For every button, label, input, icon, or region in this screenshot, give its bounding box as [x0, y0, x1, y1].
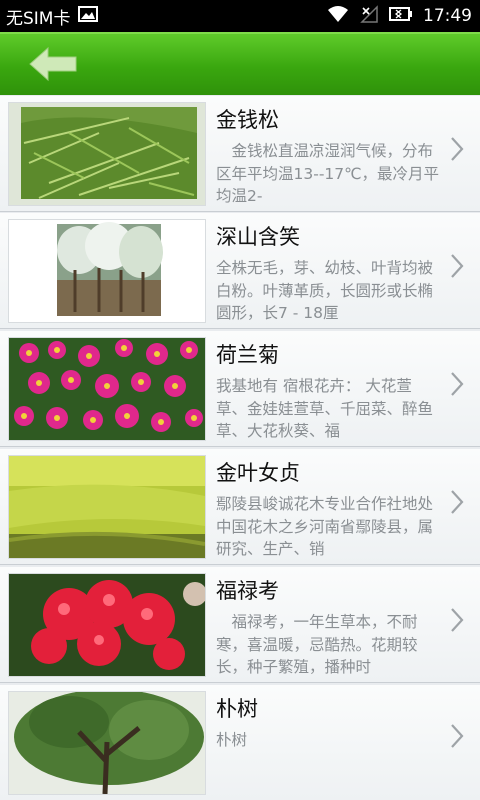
plant-name: 金叶女贞 — [216, 461, 300, 485]
clock: 17:49 — [423, 6, 472, 26]
plant-name: 福禄考 — [216, 579, 279, 603]
plant-thumbnail — [8, 691, 206, 795]
battery-icon — [389, 6, 413, 27]
status-bar: 无SIM卡 17:49 — [0, 0, 480, 32]
plant-description: 朴树 — [216, 731, 248, 749]
back-arrow-icon — [29, 46, 77, 82]
plant-thumbnail — [8, 219, 206, 323]
chevron-right-icon — [451, 372, 464, 396]
plant-description: 全株无毛，芽、幼枝、叶背均被白粉。叶薄革质，长圆形或长椭圆形，长7 - 18厘 — [216, 259, 434, 322]
plant-name: 朴树 — [216, 697, 258, 721]
app-bar — [0, 32, 480, 95]
wifi-icon — [327, 5, 349, 28]
list-item[interactable]: 朴树 朴树 — [0, 685, 480, 800]
list-item[interactable]: 金叶女贞 鄢陵县峻诚花木专业合作社地处中国花木之乡河南省鄢陵县，属研究、生产、销 — [0, 449, 480, 565]
plant-list: 金钱松 金钱松直温凉湿润气候，分布区年平均温13--17℃，最冷月平均温2- 深… — [0, 95, 480, 800]
carrier-label: 无SIM卡 — [6, 8, 71, 29]
plant-thumbnail — [8, 573, 206, 677]
plant-name: 荷兰菊 — [216, 343, 279, 367]
list-item[interactable]: 福禄考 福禄考，一年生草本，不耐寒，喜温暖，忌酷热。花期较长，种子繁殖，播种时 — [0, 567, 480, 683]
plant-description: 金钱松直温凉湿润气候，分布区年平均温13--17℃，最冷月平均温2- — [216, 142, 440, 205]
chevron-right-icon — [451, 137, 464, 161]
chevron-right-icon — [451, 490, 464, 514]
image-icon — [78, 5, 99, 27]
list-item[interactable]: 荷兰菊 我基地有 宿根花卉： 大花萱草、金娃娃萱草、千屈菜、醉鱼草、大花秋葵、福 — [0, 331, 480, 447]
chevron-right-icon — [451, 724, 464, 748]
plant-description: 福禄考，一年生草本，不耐寒，喜温暖，忌酷热。花期较长，种子繁殖，播种时 — [216, 613, 418, 676]
no-signal-icon — [359, 4, 379, 28]
plant-thumbnail — [8, 455, 206, 559]
list-item[interactable]: 深山含笑 全株无毛，芽、幼枝、叶背均被白粉。叶薄革质，长圆形或长椭圆形，长7 -… — [0, 213, 480, 329]
list-item[interactable]: 金钱松 金钱松直温凉湿润气候，分布区年平均温13--17℃，最冷月平均温2- — [0, 96, 480, 212]
plant-thumbnail — [8, 337, 206, 441]
plant-name: 金钱松 — [216, 108, 279, 132]
chevron-right-icon — [451, 608, 464, 632]
chevron-right-icon — [451, 254, 464, 278]
back-button[interactable] — [26, 46, 82, 82]
plant-name: 深山含笑 — [216, 225, 300, 249]
plant-description: 我基地有 宿根花卉： 大花萱草、金娃娃萱草、千屈菜、醉鱼草、大花秋葵、福 — [216, 377, 434, 440]
plant-thumbnail — [8, 102, 206, 206]
plant-description: 鄢陵县峻诚花木专业合作社地处中国花木之乡河南省鄢陵县，属研究、生产、销 — [216, 495, 434, 558]
